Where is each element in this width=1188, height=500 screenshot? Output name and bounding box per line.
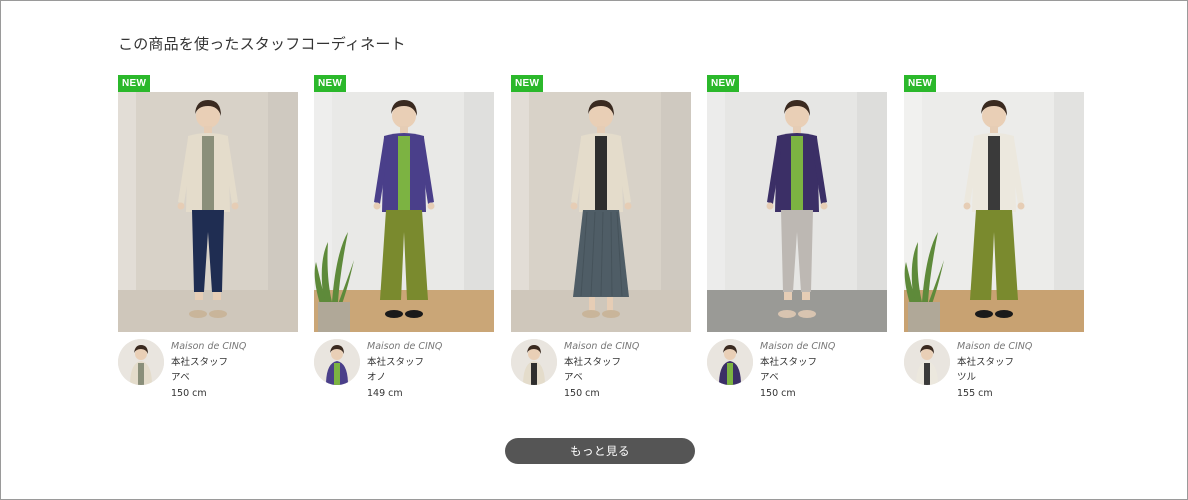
coordinate-photo[interactable] [707, 92, 887, 332]
coordinate-photo-illustration [904, 92, 1084, 332]
new-badge: NEW [118, 75, 151, 92]
coordinate-card[interactable]: NEW Maison de CINQ 本社スタッフ アベ 150 cm [118, 75, 298, 405]
avatar[interactable] [904, 339, 950, 385]
coordinate-card[interactable]: NEW [314, 75, 494, 405]
staff-avatar-illustration [904, 339, 950, 385]
new-badge: NEW [511, 75, 544, 92]
staff-name: オノ [367, 372, 387, 383]
staff-avatar-illustration [118, 339, 164, 385]
brand-name: Maison de CINQ [367, 341, 443, 352]
brand-name: Maison de CINQ [564, 341, 640, 352]
brand-name: Maison de CINQ [760, 341, 836, 352]
staff-info: Maison de CINQ 本社スタッフ アベ 150 cm [760, 339, 835, 401]
section-title: この商品を使ったスタッフコーディネート [118, 35, 406, 53]
staff-avatar-illustration [511, 339, 557, 385]
coordinate-photo-illustration [707, 92, 887, 332]
new-badge: NEW [707, 75, 740, 92]
staff-avatar-illustration [314, 339, 360, 385]
avatar[interactable] [511, 339, 557, 385]
coordinate-card[interactable]: NEW Maison de CINQ 本社スタッフ アベ 150 cm [707, 75, 887, 405]
coordinate-photo-illustration [511, 92, 691, 332]
see-more-button[interactable]: もっと見る [505, 438, 695, 464]
coordinate-photo[interactable] [118, 92, 298, 332]
staff-info: Maison de CINQ 本社スタッフ アベ 150 cm [171, 339, 246, 401]
coordinate-photo[interactable] [904, 92, 1084, 332]
staff-name: ツル [957, 372, 977, 383]
staff-role: 本社スタッフ [760, 356, 818, 368]
staff-name: アベ [760, 372, 779, 383]
avatar[interactable] [118, 339, 164, 385]
staff-height: 149 cm [367, 387, 403, 399]
coordinate-card[interactable]: NEW [904, 75, 1084, 405]
staff-name: アベ [564, 372, 583, 383]
staff-role: 本社スタッフ [564, 356, 622, 368]
staff-role: 本社スタッフ [367, 356, 425, 368]
staff-height: 155 cm [957, 387, 993, 399]
coordinate-card[interactable]: NEW [511, 75, 691, 405]
staff-info: Maison de CINQ 本社スタッフ オノ 149 cm [367, 339, 442, 401]
brand-name: Maison de CINQ [957, 341, 1033, 352]
staff-info: Maison de CINQ 本社スタッフ アベ 150 cm [564, 339, 639, 401]
staff-info: Maison de CINQ 本社スタッフ ツル 155 cm [957, 339, 1032, 401]
staff-height: 150 cm [760, 387, 796, 399]
staff-name: アベ [171, 372, 190, 383]
coordinate-photo[interactable] [314, 92, 494, 332]
avatar[interactable] [314, 339, 360, 385]
staff-avatar-illustration [707, 339, 753, 385]
new-badge: NEW [314, 75, 347, 92]
coordinate-photo-illustration [314, 92, 494, 332]
new-badge: NEW [904, 75, 937, 92]
staff-height: 150 cm [171, 387, 207, 399]
brand-name: Maison de CINQ [171, 341, 247, 352]
coordinate-photo[interactable] [511, 92, 691, 332]
coordinate-photo-illustration [118, 92, 298, 332]
staff-height: 150 cm [564, 387, 600, 399]
avatar[interactable] [707, 339, 753, 385]
staff-role: 本社スタッフ [957, 356, 1015, 368]
staff-role: 本社スタッフ [171, 356, 229, 368]
page-frame: この商品を使ったスタッフコーディネート NEW Maison de CINQ 本… [0, 0, 1188, 500]
